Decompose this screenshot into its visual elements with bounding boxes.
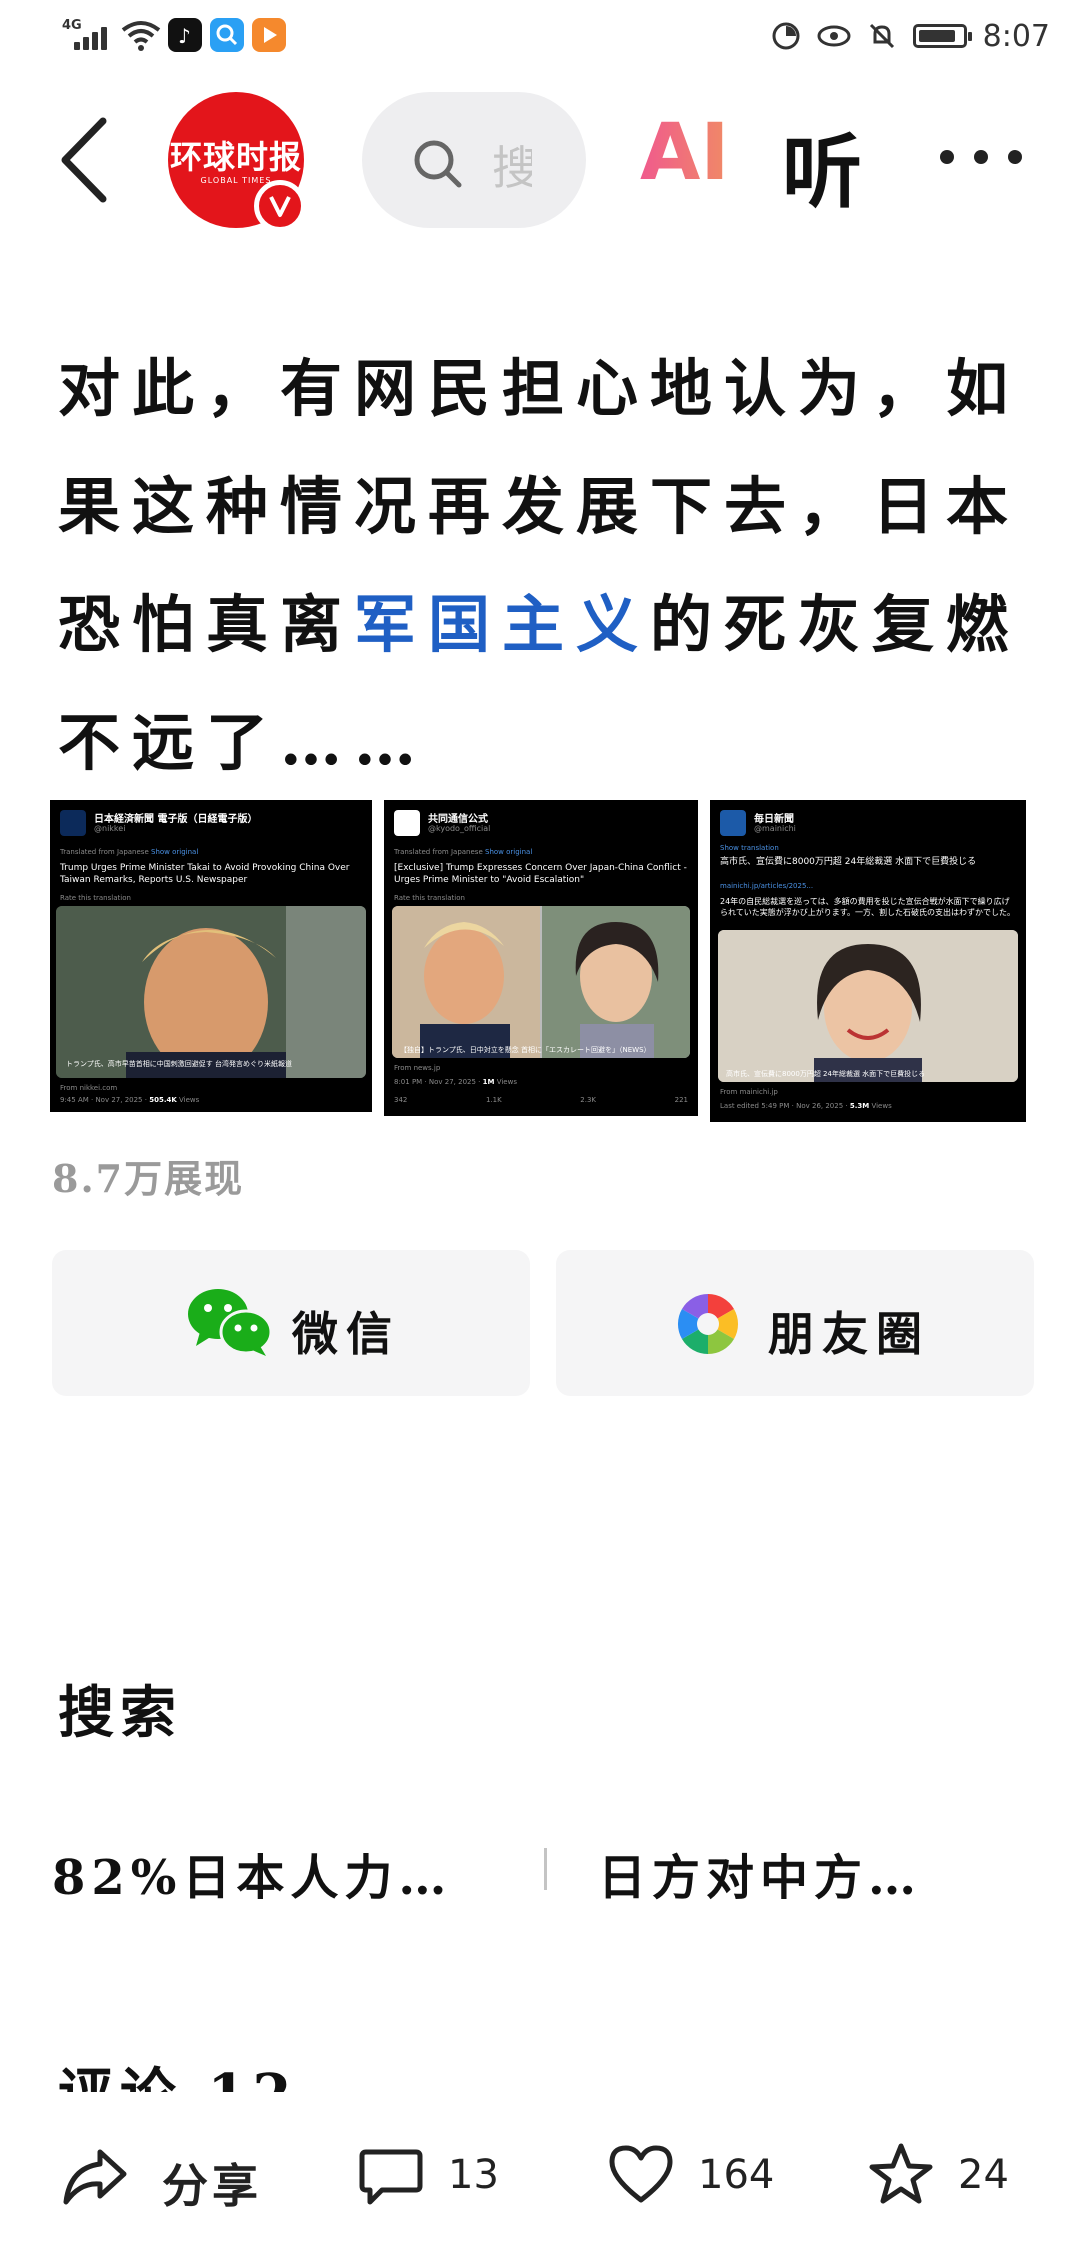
- star-icon: [869, 2143, 933, 2204]
- article-paragraph: 对此，有网民担心地认为，如果这种情况再发展下去，日本恐怕真离军国主义的死灰复燃不…: [58, 330, 1028, 802]
- share-moments-label: 朋友圈: [768, 1307, 930, 1361]
- wechat-icon: [188, 1289, 272, 1356]
- data-saver-icon: [772, 22, 800, 50]
- wifi-icon: [121, 21, 161, 51]
- bottom-action-bar: 分享 13 164 24: [0, 2094, 1080, 2244]
- listen-button[interactable]: 听: [782, 108, 862, 224]
- comment-icon: [359, 2149, 423, 2205]
- card-views-label: Views: [496, 1078, 517, 1086]
- card-bookmark-count: 221: [674, 1096, 688, 1104]
- card-views-label: Views: [179, 1096, 200, 1104]
- card-photo: トランプ氏、高市早苗首相に中国刺激回避促す 台湾発言めぐり米紙報道: [56, 906, 366, 1078]
- card-link: mainichi.jp/articles/2025...: [720, 882, 814, 890]
- eye-comfort-icon: [817, 25, 851, 47]
- card-source: From mainichi.jp: [720, 1088, 778, 1096]
- comment-count: 13: [448, 2152, 499, 2198]
- card-text: 高市氏、宣伝費に8000万円超 24年総裁選 水面下で巨費投じる: [720, 857, 977, 867]
- card-account-name: 毎日新聞: [754, 814, 794, 825]
- card-views: 505.4K: [149, 1096, 177, 1104]
- image-card[interactable]: 日本経済新聞 電子版（日経電子版） @nikkei Translated fro…: [50, 800, 372, 1112]
- card-like-count: 2.3K: [580, 1096, 597, 1104]
- search-suggestion[interactable]: 日方对中方…: [598, 1838, 922, 1908]
- card-meta: 9:45 AM · Nov 27, 2025 ·: [60, 1096, 147, 1104]
- ai-button[interactable]: AI: [640, 108, 729, 198]
- favorite-count: 24: [958, 2152, 1009, 2198]
- verified-badge-icon: [254, 180, 306, 232]
- image-gallery: 日本経済新聞 電子版（日経電子版） @nikkei Translated fro…: [50, 800, 1030, 1122]
- card-body: 24年の自民総裁選を巡っては、多額の費用を投じた宣伝合戦が水面下で繰り広げられて…: [720, 897, 1015, 917]
- comments-section-title: 评论 12: [58, 2060, 297, 2092]
- card-views: 1M: [482, 1078, 495, 1086]
- search-suggestion[interactable]: 82%日本人力…: [52, 1838, 452, 1908]
- impressions-count: 8.7万展现: [52, 1156, 245, 1201]
- card-translated-label: Show translation: [720, 844, 779, 852]
- comment-button[interactable]: 13: [358, 2138, 518, 2208]
- network-type: 4G: [62, 18, 82, 33]
- search-icon: [414, 140, 462, 188]
- mute-bell-icon: [869, 23, 894, 49]
- search-app-icon: [210, 18, 244, 52]
- card-views: 5.3M: [849, 1102, 870, 1110]
- card-rate-label: Rate this translation: [60, 894, 131, 902]
- card-repost-count: 1.1K: [485, 1096, 502, 1104]
- share-wechat-label: 微信: [292, 1307, 400, 1361]
- card-translated-label: Translated from Japanese: [394, 848, 483, 856]
- publisher-logo-text: 环球时报: [169, 138, 302, 176]
- search-placeholder: 搜: [492, 141, 532, 195]
- card-text: [Exclusive] Trump Expresses Concern Over…: [394, 863, 687, 885]
- like-button[interactable]: 164: [608, 2138, 774, 2208]
- card-text: Trump Urges Prime Minister Takai to Avoi…: [60, 863, 350, 885]
- card-show-original: Show original: [151, 848, 199, 856]
- card-photo: 【独自】トランプ氏、日中対立を懸念 首相に「エスカレート回避を」（NEWS）: [392, 906, 690, 1058]
- suggestion-divider: [544, 1848, 547, 1890]
- card-show-original: Show original: [485, 848, 533, 856]
- image-card[interactable]: 毎日新聞 @mainichi Show translation 高市氏、宣伝費に…: [710, 800, 1026, 1122]
- card-caption: 高市氏、宣伝費に8000万円超 24年総裁選 水面下で巨費投じる: [726, 1069, 925, 1078]
- card-caption: トランプ氏、高市早苗首相に中国刺激回避促す 台湾発言めぐり米紙報道: [66, 1059, 292, 1068]
- share-button[interactable]: 分享: [62, 2138, 262, 2213]
- video-app-icon: [252, 18, 286, 52]
- card-source: From nikkei.com: [60, 1084, 118, 1092]
- card-handle: @nikkei: [94, 824, 126, 833]
- card-meta: Last edited 5:49 PM · Nov 26, 2025 ·: [720, 1102, 848, 1110]
- status-time: 8:07: [982, 18, 1050, 54]
- status-bar: 4G ♪ 8:07: [0, 0, 1080, 72]
- moments-icon: [677, 1294, 739, 1354]
- more-options-icon[interactable]: [940, 150, 1022, 168]
- cellular-signal-icon: 4G: [62, 18, 118, 52]
- search-section-title: 搜索: [58, 1680, 182, 1746]
- svg-text:♪: ♪: [178, 24, 191, 48]
- tiktok-app-icon: ♪: [168, 18, 202, 52]
- search-input[interactable]: 搜: [362, 92, 586, 228]
- card-rate-label: Rate this translation: [394, 894, 465, 902]
- card-reply-count: 342: [394, 1096, 408, 1104]
- card-source: From news.jp: [394, 1064, 441, 1072]
- card-meta: 8:01 PM · Nov 27, 2025 ·: [394, 1078, 481, 1086]
- card-caption: 【独自】トランプ氏、日中対立を懸念 首相に「エスカレート回避を」（NEWS）: [400, 1045, 651, 1054]
- card-views-label: Views: [871, 1102, 892, 1110]
- favorite-button[interactable]: 24: [868, 2138, 1028, 2208]
- heart-icon: [609, 2145, 673, 2203]
- battery-icon: [912, 24, 972, 48]
- card-photo: 高市氏、宣伝費に8000万円超 24年総裁選 水面下で巨費投じる: [718, 930, 1018, 1082]
- highlighted-keyword-link[interactable]: 军国主义: [354, 588, 650, 661]
- back-icon[interactable]: [55, 115, 115, 205]
- share-wechat-button[interactable]: 微信: [52, 1250, 530, 1396]
- like-count: 164: [698, 2152, 775, 2198]
- image-card[interactable]: 共同通信公式 @kyodo_official Translated from J…: [384, 800, 698, 1116]
- card-translated-label: Translated from Japanese: [60, 848, 149, 856]
- share-moments-button[interactable]: 朋友圈: [556, 1250, 1034, 1396]
- card-handle: @mainichi: [754, 824, 796, 833]
- card-handle: @kyodo_official: [428, 824, 491, 833]
- share-label: 分享: [162, 2159, 262, 2213]
- share-icon: [63, 2149, 127, 2205]
- card-account-name: 共同通信公式: [428, 814, 488, 825]
- card-account-name: 日本経済新聞 電子版（日経電子版）: [94, 814, 258, 825]
